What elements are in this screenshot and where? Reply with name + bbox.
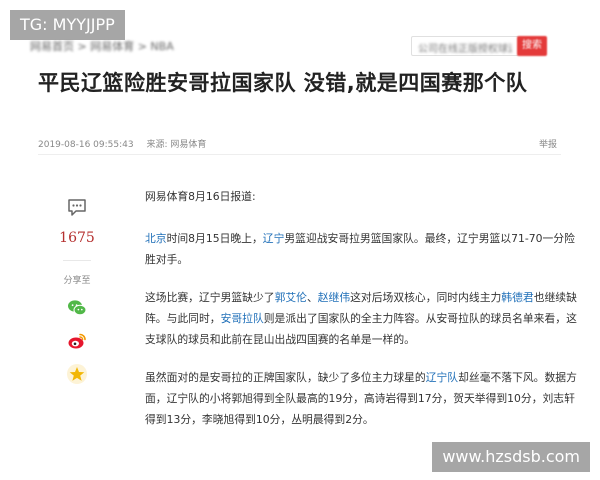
share-label: 分享至 (63, 276, 91, 286)
search-box[interactable] (411, 36, 519, 59)
keyword-link[interactable]: 郭艾伦 (275, 291, 307, 304)
comment-count[interactable]: 1675 (56, 230, 98, 246)
paragraph-text: 网易体育8月16日报道: (145, 190, 256, 203)
paragraph-text: 这场比赛，辽宁男篮缺少了 (145, 291, 275, 304)
keyword-link[interactable]: 辽宁 (263, 232, 285, 245)
article-paragraph: 北京时间8月15日晚上，辽宁男篮迎战安哥拉男篮国家队。最终，辽宁男篮以71-70… (145, 228, 583, 270)
top-bar: 网易首页 > 网易体育 > NBA 搜索 (30, 36, 569, 59)
article-source[interactable]: 来源: 网易体育 (146, 140, 206, 150)
keyword-link[interactable]: 赵继伟 (318, 291, 350, 304)
search-button[interactable]: 搜索 (517, 36, 547, 56)
search-input[interactable] (412, 40, 518, 59)
keyword-link[interactable]: 安哥拉队 (221, 312, 264, 325)
article-paragraph: 虽然面对的是安哥拉的正牌国家队，缺少了多位主力球星的辽宁队却丝毫不落下风。数据方… (145, 367, 583, 430)
weibo-icon[interactable] (66, 330, 88, 352)
article-paragraph: 这场比赛，辽宁男篮缺少了郭艾伦、赵继伟这对后场双核心，同时内线主力韩德君也继续缺… (145, 287, 583, 350)
article-paragraph: 网易体育8月16日报道: (145, 186, 583, 207)
article-page: 网易首页 > 网易体育 > NBA 搜索 平民辽篮险胜安哥拉国家队 没错,就是四… (8, 6, 591, 472)
article-meta: 2019-08-16 09:55:43 来源: 网易体育 (38, 137, 216, 150)
keyword-link[interactable]: 韩德君 (501, 291, 533, 304)
report-link[interactable]: 举报 (539, 137, 557, 150)
breadcrumb[interactable]: 网易首页 > 网易体育 > NBA (30, 38, 174, 54)
paragraph-text: 、 (306, 291, 318, 304)
side-toolbar: 1675 分享至 (56, 196, 98, 385)
divider (63, 260, 91, 261)
comment-icon[interactable] (66, 196, 88, 218)
keyword-link[interactable]: 北京 (145, 232, 167, 245)
paragraph-text: 这对后场双核心，同时内线主力 (350, 291, 502, 304)
star-icon[interactable] (66, 363, 88, 385)
watermark-bottom: www.hzsdsb.com (432, 442, 590, 472)
watermark-top: TG: MYYJJPP (10, 10, 125, 40)
paragraph-text: 虽然面对的是安哥拉的正牌国家队，缺少了多位主力球星的 (145, 371, 426, 384)
keyword-link[interactable]: 辽宁队 (426, 371, 458, 384)
wechat-icon[interactable] (66, 297, 88, 319)
paragraph-text: 时间8月15日晚上， (166, 232, 263, 245)
publish-date: 2019-08-16 09:55:43 (38, 140, 134, 150)
divider (38, 154, 561, 155)
article-title: 平民辽篮险胜安哥拉国家队 没错,就是四国赛那个队 (38, 71, 528, 95)
article-body: 网易体育8月16日报道: 北京时间8月15日晚上，辽宁男篮迎战安哥拉男篮国家队。最… (145, 186, 583, 447)
